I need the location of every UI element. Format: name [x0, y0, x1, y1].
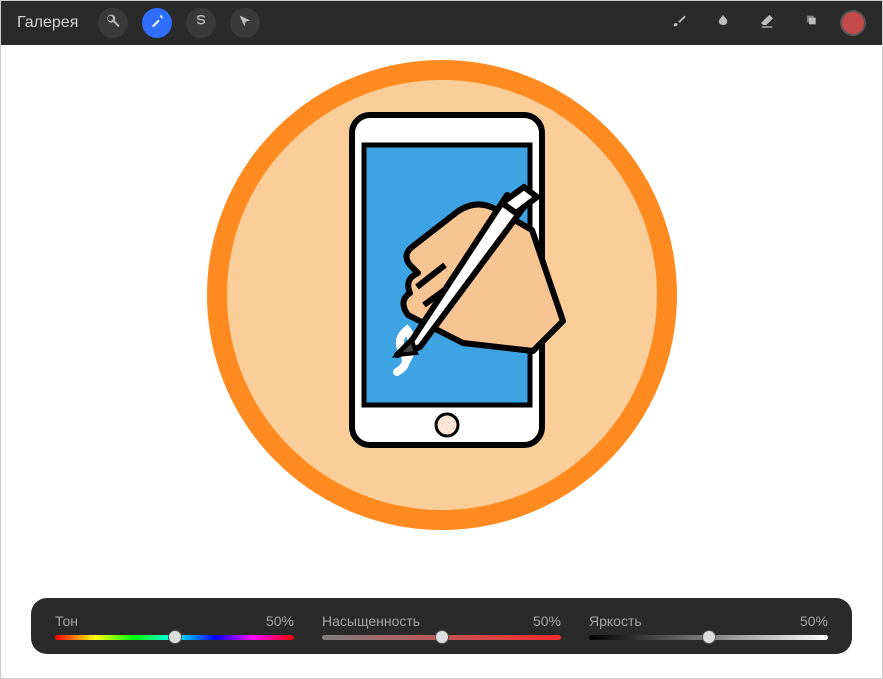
brush-icon: [671, 13, 687, 34]
brightness-value: 50%: [800, 613, 828, 629]
brightness-slider-group: Яркость 50%: [589, 613, 828, 640]
brush-button[interactable]: [664, 8, 694, 38]
brightness-slider-thumb[interactable]: [702, 630, 716, 644]
transform-button[interactable]: [230, 8, 260, 38]
gallery-button[interactable]: Галерея: [17, 14, 78, 32]
eraser-icon: [759, 13, 775, 34]
canvas[interactable]: Тон 50% Насыщенность 50% Яркость 50%: [1, 45, 882, 678]
magic-wand-icon: [149, 13, 165, 34]
artwork-illustration: [202, 55, 682, 535]
hue-slider-group: Тон 50%: [55, 613, 294, 640]
hsb-panel: Тон 50% Насыщенность 50% Яркость 50%: [31, 598, 852, 654]
eraser-button[interactable]: [752, 8, 782, 38]
layers-icon: [803, 13, 819, 34]
hue-label: Тон: [55, 613, 78, 629]
saturation-value: 50%: [533, 613, 561, 629]
toolbar-left-group: Галерея: [17, 8, 260, 38]
selection-button[interactable]: [186, 8, 216, 38]
saturation-label: Насыщенность: [322, 613, 420, 629]
selection-s-icon: [193, 13, 209, 34]
smudge-button[interactable]: [708, 8, 738, 38]
saturation-slider-thumb[interactable]: [435, 630, 449, 644]
hue-value: 50%: [266, 613, 294, 629]
brightness-label: Яркость: [589, 613, 642, 629]
hue-slider[interactable]: [55, 635, 294, 640]
actions-button[interactable]: [98, 8, 128, 38]
hue-slider-thumb[interactable]: [168, 630, 182, 644]
toolbar-right-group: [664, 8, 866, 38]
smudge-icon: [715, 13, 731, 34]
saturation-slider[interactable]: [322, 635, 561, 640]
top-toolbar: Галерея: [1, 1, 882, 45]
cursor-arrow-icon: [237, 13, 253, 34]
saturation-slider-group: Насыщенность 50%: [322, 613, 561, 640]
wrench-icon: [105, 13, 121, 34]
layers-button[interactable]: [796, 8, 826, 38]
adjustments-button[interactable]: [142, 8, 172, 38]
color-picker-button[interactable]: [840, 10, 866, 36]
brightness-slider[interactable]: [589, 635, 828, 640]
